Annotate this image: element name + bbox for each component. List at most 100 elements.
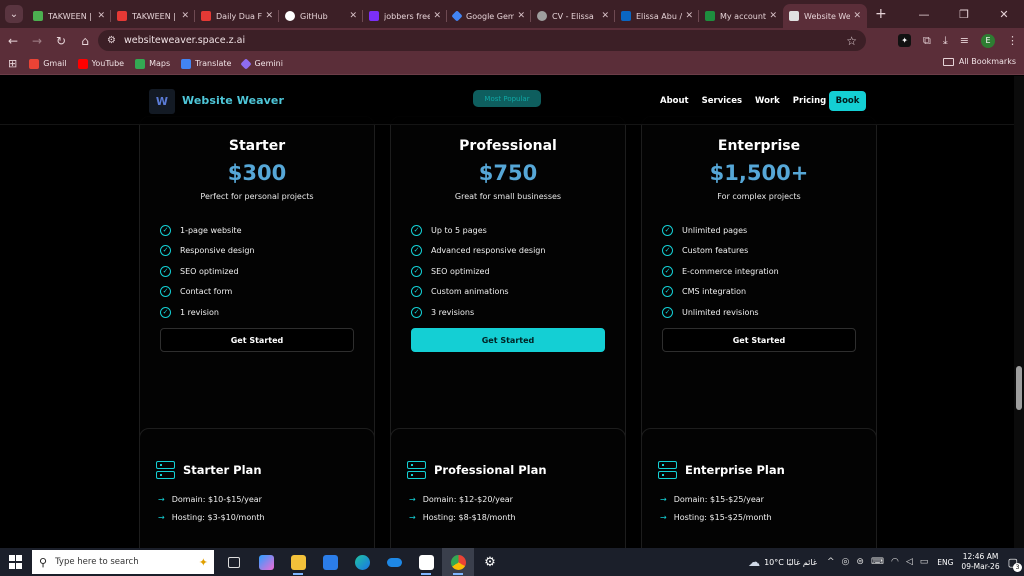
nav-link-work[interactable]: Work	[755, 96, 780, 106]
address-bar[interactable]: ⚙ websiteweaver.space.z.ai ☆	[98, 30, 866, 51]
all-bookmarks[interactable]: All Bookmarks	[942, 57, 1016, 66]
chevron-up-icon[interactable]: ^	[827, 557, 835, 567]
check-circle-icon: ✓	[662, 245, 673, 257]
site-logo[interactable]: W	[149, 89, 175, 114]
page-scrollbar[interactable]	[1014, 76, 1024, 548]
download-icon[interactable]: ⤓	[943, 34, 948, 48]
domain-text: Domain: $10-$15/year	[171, 494, 262, 504]
media-icon[interactable]: ≡	[960, 34, 969, 47]
reload-icon[interactable]: ↻	[50, 34, 72, 48]
new-tab-button[interactable]: +	[875, 6, 887, 22]
close-icon[interactable]: ✕	[517, 11, 525, 21]
site-info-icon[interactable]: ⚙	[107, 35, 116, 46]
windows-start-icon[interactable]	[9, 555, 23, 569]
pricing-card-starter: Starter $300 Perfect for personal projec…	[139, 116, 375, 462]
feature-item: ✓ Up to 5 pages	[411, 220, 545, 241]
keyboard-icon[interactable]: ⌨	[871, 557, 884, 567]
forward-icon[interactable]: →	[26, 34, 48, 48]
onedrive-icon[interactable]	[378, 548, 410, 576]
book-button[interactable]: Book	[829, 91, 866, 111]
feature-text: SEO optimized	[431, 266, 490, 276]
speaker-icon[interactable]: ◁	[906, 557, 913, 567]
extension-icon[interactable]: ✦	[898, 34, 912, 47]
close-window-icon[interactable]: ✕	[984, 8, 1024, 21]
weather-widget[interactable]: ☁ 10°C غائم غالبًا	[748, 555, 817, 569]
apps-grid-icon[interactable]: ⊞	[8, 57, 17, 70]
network-icon[interactable]: ⊜	[856, 557, 864, 567]
feature-item: ✓ SEO optimized	[160, 261, 254, 282]
close-icon[interactable]: ✕	[349, 11, 357, 21]
tab-search-button[interactable]: ⌄	[5, 5, 23, 23]
tab-website-weaver[interactable]: Website We ✕	[783, 4, 867, 28]
nav-link-about[interactable]: About	[660, 96, 689, 106]
feature-item: ✓ Custom animations	[411, 282, 545, 303]
tab-my-account[interactable]: My account ✕	[699, 4, 783, 28]
clock-time: 12:46 AM	[962, 552, 999, 561]
get-started-button-starter[interactable]: Get Started	[160, 328, 354, 352]
language-indicator[interactable]: ENG	[937, 558, 953, 567]
tab-linkedin[interactable]: Elissa Abu / ✕	[615, 4, 699, 28]
bookmark-translate[interactable]: Translate	[181, 58, 231, 69]
tab-github[interactable]: GitHub ✕	[279, 4, 363, 28]
battery-icon[interactable]: ▭	[920, 557, 929, 567]
close-icon[interactable]: ✕	[181, 11, 189, 21]
tab-cv[interactable]: CV - Elissa ✕	[531, 4, 615, 28]
scrollbar-thumb[interactable]	[1016, 366, 1022, 410]
back-icon[interactable]: ←	[2, 34, 24, 48]
get-started-button-enterprise[interactable]: Get Started	[662, 328, 856, 352]
close-icon[interactable]: ✕	[853, 11, 861, 21]
get-started-button-professional[interactable]: Get Started	[411, 328, 605, 352]
domain-row: → Domain: $15-$25/year	[660, 490, 772, 509]
check-circle-icon: ✓	[411, 224, 422, 236]
tab-takween-2[interactable]: TAKWEEN | ✕	[111, 4, 195, 28]
domain-row: → Domain: $10-$15/year	[158, 490, 265, 509]
restore-icon[interactable]: ❐	[944, 8, 984, 21]
taskbar-search[interactable]: ⚲ Type here to search ✦	[32, 550, 214, 574]
close-icon[interactable]: ✕	[685, 11, 693, 21]
minimize-icon[interactable]: —	[904, 8, 944, 21]
logo-mark-icon: W	[155, 95, 169, 108]
clock[interactable]: 12:46 AM 09-Mar-26	[961, 552, 999, 572]
github-icon	[285, 11, 295, 21]
tab-title: Elissa Abu /	[636, 11, 683, 21]
site-menu: About Services Work Pricing	[660, 96, 826, 106]
bookmark-youtube[interactable]: YouTube	[77, 58, 124, 69]
extensions-puzzle-icon[interactable]: ⧉	[923, 34, 931, 48]
brand-name[interactable]: Website Weaver	[182, 94, 284, 107]
file-explorer-icon[interactable]	[282, 548, 314, 576]
edge-icon[interactable]	[346, 548, 378, 576]
close-icon[interactable]: ✕	[97, 11, 105, 21]
chrome-icon[interactable]	[442, 548, 474, 576]
feature-text: Custom animations	[431, 287, 509, 297]
check-circle-icon: ✓	[411, 306, 422, 318]
url-text[interactable]: websiteweaver.space.z.ai	[124, 35, 846, 46]
feature-text: Responsive design	[180, 246, 255, 256]
tray-app-icon[interactable]: ◎	[842, 557, 850, 567]
bookmark-maps[interactable]: Maps	[135, 58, 170, 69]
tab-daily-dua[interactable]: Daily Dua F ✕	[195, 4, 279, 28]
tab-takween-1[interactable]: TAKWEEN | ✕	[27, 4, 111, 28]
copilot-app-icon[interactable]	[250, 548, 282, 576]
home-icon[interactable]: ⌂	[74, 34, 96, 48]
close-icon[interactable]: ✕	[433, 11, 441, 21]
bookmark-gemini[interactable]: Gemini	[240, 57, 283, 70]
account-icon	[705, 11, 715, 21]
settings-gear-icon[interactable]: ⚙	[474, 548, 506, 576]
bookmark-gmail[interactable]: Gmail	[29, 58, 67, 69]
microsoft-store-icon[interactable]	[314, 548, 346, 576]
tab-jobbers[interactable]: jobbers free ✕	[363, 4, 447, 28]
hosting-card-header: Starter Plan	[156, 461, 262, 479]
wifi-icon[interactable]: ◠	[891, 557, 899, 567]
profile-avatar[interactable]: E	[981, 33, 995, 48]
task-view-icon[interactable]	[218, 548, 250, 576]
bookmark-star-icon[interactable]: ☆	[846, 34, 857, 48]
tab-google-gemini[interactable]: Google Gem ✕	[447, 4, 531, 28]
notification-icon[interactable]: ▢ 3	[1008, 556, 1022, 572]
close-icon[interactable]: ✕	[265, 11, 273, 21]
close-icon[interactable]: ✕	[601, 11, 609, 21]
close-icon[interactable]: ✕	[769, 11, 777, 21]
nav-link-services[interactable]: Services	[702, 96, 742, 106]
menu-kebab-icon[interactable]: ⋮	[1007, 34, 1018, 47]
capcut-icon[interactable]	[410, 548, 442, 576]
nav-link-pricing[interactable]: Pricing	[793, 96, 826, 106]
